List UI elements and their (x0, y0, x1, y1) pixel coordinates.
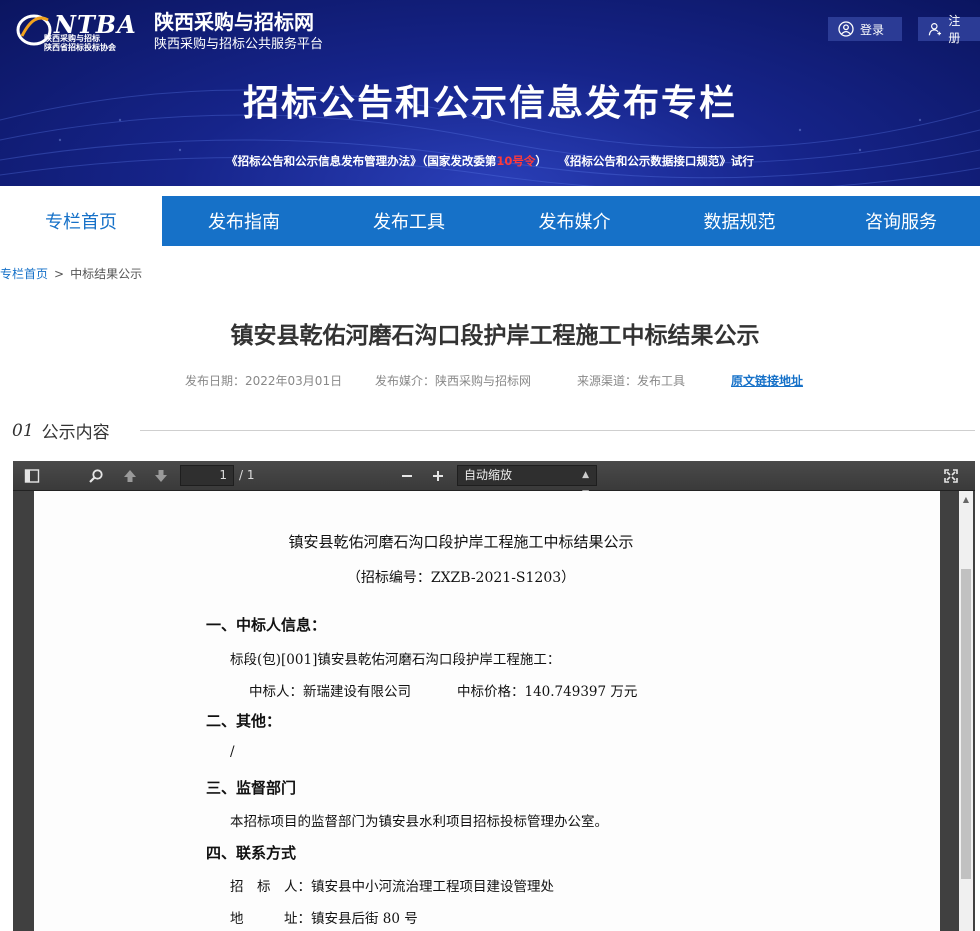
doc-section-2-heading: 二、其他： (206, 712, 282, 730)
scrollbar-thumb[interactable] (961, 569, 971, 879)
site-subtitle: 陕西采购与招标公共服务平台 (154, 37, 324, 52)
header-banner: NTBA 陕西采购与招标 陕西省招标投标协会 陕西采购与招标网 陕西采购与招标公… (0, 0, 980, 186)
doc-other-body: / (230, 744, 235, 760)
nav-item-guide[interactable]: 发布指南 (162, 196, 326, 246)
logo-sub-line-1: 陕西采购与招标 (44, 34, 100, 43)
notice-text-1: 《招标公告和公示信息发布管理办法》（国家发改委第 (226, 154, 497, 168)
doc-tenderer: 招 标 人：镇安县中小河流治理工程项目建设管理处 (230, 879, 554, 895)
zoom-select-value: 自动缩放 (464, 468, 513, 482)
section-divider (140, 430, 975, 431)
doc-bid-number: （招标编号：ZXZB-2021-S1203） (346, 570, 576, 586)
page-number-input[interactable]: 1 (180, 465, 234, 486)
doc-section-4-heading: 四、联系方式 (206, 844, 297, 862)
zoom-out-icon[interactable] (398, 467, 416, 485)
site-logo[interactable]: NTBA 陕西采购与招标 陕西省招标投标协会 (14, 6, 146, 52)
register-label: 注册 (948, 14, 961, 45)
notice-order-number: 10号令 (496, 154, 536, 168)
zoom-in-icon[interactable] (429, 467, 447, 485)
doc-winning-price: 中标价格：140.749397 万元 (457, 684, 638, 700)
doc-winner: 中标人：新瑞建设有限公司 (249, 684, 411, 700)
user-circle-icon (838, 21, 854, 37)
fullscreen-icon[interactable] (942, 467, 960, 485)
add-user-icon (928, 23, 942, 36)
original-link[interactable]: 原文链接地址 (731, 372, 803, 389)
pdf-page: 镇安县乾佑河磨石沟口段护岸工程施工中标结果公示 （招标编号：ZXZB-2021-… (34, 491, 940, 931)
nav-item-tools[interactable]: 发布工具 (326, 196, 492, 246)
page-total: / 1 (239, 468, 255, 482)
banner-title: 招标公告和公示信息发布专栏 (242, 83, 737, 124)
pdf-scrollbar[interactable]: ▲ (959, 491, 973, 931)
breadcrumb-separator: > (54, 266, 65, 281)
breadcrumb-home-link[interactable]: 专栏首页 (0, 265, 48, 282)
section-number: 01 (12, 420, 34, 441)
nav-item-home[interactable]: 专栏首页 (0, 196, 162, 246)
zoom-select[interactable]: 自动缩放 ▲▼ (457, 465, 597, 499)
section-header: 01 公示内容 (12, 418, 110, 444)
logo-sub-line-2: 陕西省招标投标协会 (44, 43, 116, 52)
previous-page-icon[interactable] (121, 467, 139, 485)
doc-title: 镇安县乾佑河磨石沟口段护岸工程施工中标结果公示 (288, 533, 634, 551)
publish-media: 发布媒介：陕西采购与招标网 (375, 374, 532, 388)
next-page-icon[interactable] (152, 467, 170, 485)
doc-address: 地 址：镇安县后街 80 号 (230, 911, 418, 927)
nav-item-media[interactable]: 发布媒介 (492, 196, 657, 246)
nav-item-data-spec[interactable]: 数据规范 (657, 196, 822, 246)
scroll-up-arrow-icon[interactable]: ▲ (961, 495, 971, 505)
register-button[interactable]: 注册 (918, 14, 980, 45)
publish-date: 发布日期：2022年03月01日 (185, 374, 343, 388)
breadcrumb-current: 中标结果公示 (70, 267, 143, 281)
search-icon[interactable] (87, 467, 105, 485)
nav-item-consulting[interactable]: 咨询服务 (822, 196, 980, 246)
doc-section-3-heading: 三、监督部门 (206, 779, 297, 797)
banner-notice[interactable]: 《招标公告和公示信息发布管理办法》（国家发改委第10号令） 《招标公告和公示数据… (0, 153, 980, 169)
logo-subtitle: 陕西采购与招标 陕西省招标投标协会 (44, 34, 116, 52)
site-name: 陕西采购与招标网 (154, 10, 314, 34)
doc-lot-info: 标段(包)[001]镇安县乾佑河磨石沟口段护岸工程施工： (230, 652, 561, 668)
login-label: 登录 (860, 22, 885, 37)
sidebar-toggle-icon[interactable] (23, 467, 41, 485)
login-button[interactable]: 登录 (828, 17, 902, 41)
main-nav: 专栏首页 发布指南 发布工具 发布媒介 数据规范 咨询服务 (0, 196, 980, 246)
source-channel: 来源渠道：发布工具 (577, 374, 686, 388)
pdf-viewer: 1 / 1 自动缩放 ▲▼ 镇安县乾佑河磨石沟口段护岸工程施工中标结果公示 （招… (13, 461, 975, 931)
notice-text-2: ） 《招标公告和公示数据接口规范》试行 (535, 154, 754, 168)
doc-section-1-heading: 一、中标人信息： (206, 616, 327, 634)
page-title: 镇安县乾佑河磨石沟口段护岸工程施工中标结果公示 (230, 323, 760, 349)
doc-supervisor-body: 本招标项目的监督部门为镇安县水利项目招标投标管理办公室。 (230, 814, 608, 830)
breadcrumb: 专栏首页 > 中标结果公示 (0, 265, 142, 282)
section-label: 公示内容 (41, 423, 110, 443)
pdf-toolbar: 1 / 1 自动缩放 ▲▼ (13, 461, 975, 499)
